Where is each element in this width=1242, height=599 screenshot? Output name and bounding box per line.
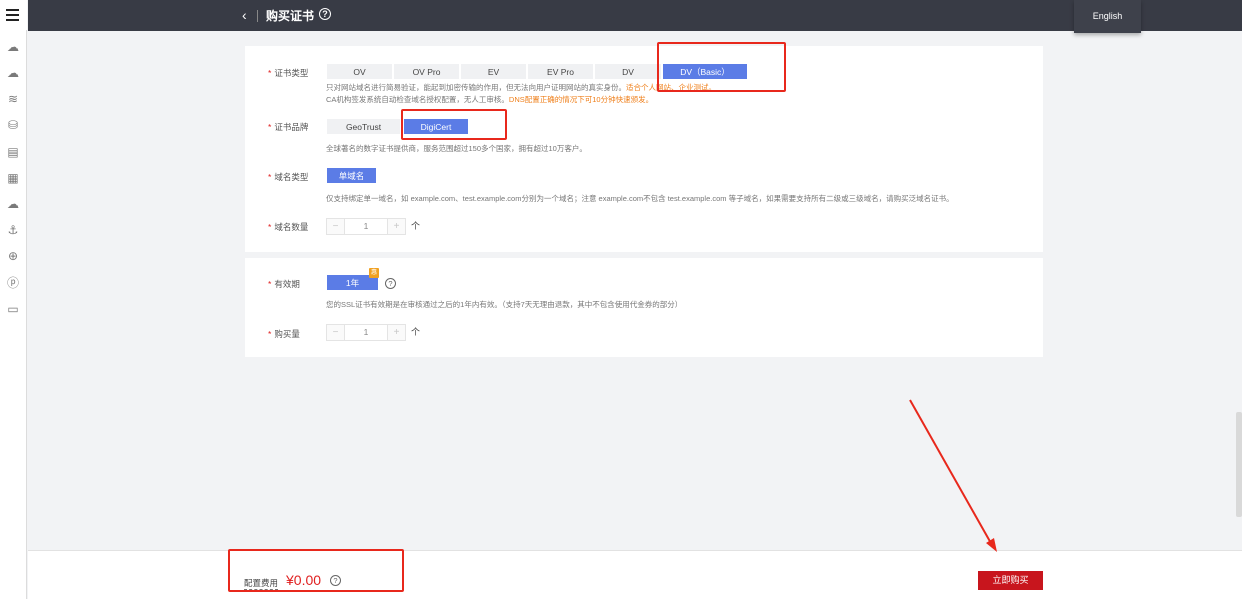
annotation-arrow xyxy=(909,399,997,552)
